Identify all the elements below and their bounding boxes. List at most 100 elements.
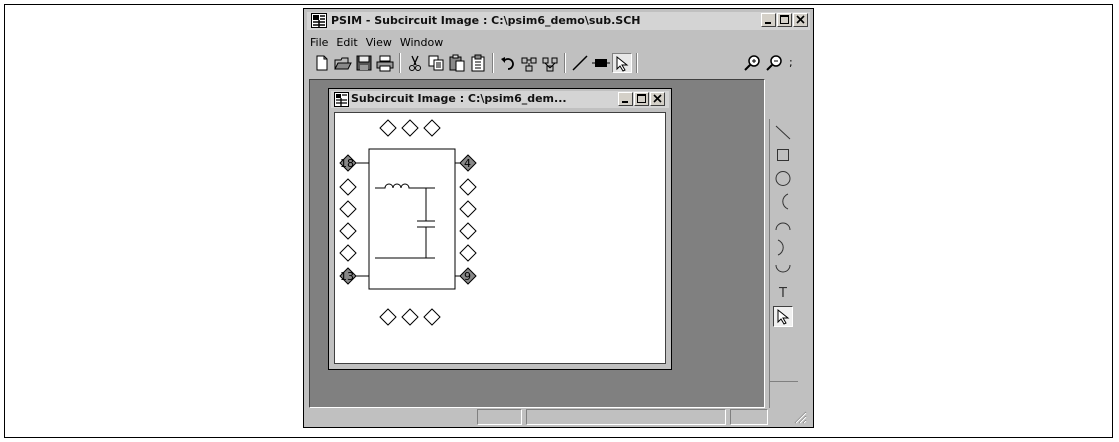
rectangle-tool[interactable] xyxy=(773,145,793,166)
menu-file[interactable]: File xyxy=(310,36,328,49)
element-icon xyxy=(592,59,610,67)
status-panel-2 xyxy=(526,409,726,425)
menu-edit[interactable]: Edit xyxy=(336,36,357,49)
open-button[interactable] xyxy=(333,53,353,73)
clipboard-icon xyxy=(471,54,485,72)
zoom-in-icon xyxy=(744,55,760,71)
toolbar-separator xyxy=(564,53,566,73)
minimize-icon xyxy=(622,101,628,103)
drawing-palette: T xyxy=(769,119,798,408)
child-window-controls xyxy=(617,92,665,108)
arc-bottom-icon xyxy=(775,264,791,273)
rectangle-icon xyxy=(777,149,789,161)
resize-grip-icon[interactable] xyxy=(793,410,807,424)
toolbar-separator xyxy=(492,53,494,73)
undo-button[interactable] xyxy=(498,53,518,73)
status-bar xyxy=(307,407,810,425)
bottom-pin-diamonds xyxy=(379,308,441,326)
text-tool[interactable]: T xyxy=(773,283,793,304)
new-button[interactable] xyxy=(312,53,332,73)
pin-label-4: 4 xyxy=(464,157,471,170)
right-pin-diamonds xyxy=(459,178,477,262)
line-tool-button[interactable] xyxy=(570,53,590,73)
arrow-pointer-icon xyxy=(777,308,790,325)
subcircuit-icon xyxy=(334,92,349,107)
cut-icon xyxy=(409,55,421,71)
escape-button[interactable] xyxy=(519,53,539,73)
escape-icon xyxy=(521,57,537,72)
subcircuit-image-window: Subcircuit Image : C:\psim6_dem... 18 4 … xyxy=(328,88,672,370)
new-icon xyxy=(316,55,328,71)
arc-right-icon xyxy=(777,239,784,256)
select-tool[interactable] xyxy=(773,306,793,327)
child-close-button[interactable] xyxy=(650,92,665,106)
line-tool[interactable] xyxy=(773,122,793,143)
undo-icon xyxy=(501,57,514,70)
arc-right-tool[interactable] xyxy=(773,237,793,258)
rotate-button[interactable] xyxy=(540,53,560,73)
child-maximize-button[interactable] xyxy=(634,92,649,106)
save-icon xyxy=(356,55,372,71)
cut-button[interactable] xyxy=(405,53,425,73)
maximize-button[interactable] xyxy=(777,13,792,27)
paste-icon xyxy=(449,54,465,72)
arc-top-icon xyxy=(775,222,791,231)
copy-button[interactable] xyxy=(426,53,446,73)
subcircuit-canvas[interactable]: 18 4 13 9 xyxy=(334,112,666,364)
pin-label-18: 18 xyxy=(340,157,354,170)
psim-main-window: PSIM - Subcircuit Image : C:\psim6_demo\… xyxy=(303,8,814,428)
zoom-in-button[interactable] xyxy=(743,53,763,73)
circle-tool[interactable] xyxy=(773,168,793,189)
menu-view[interactable]: View xyxy=(366,36,392,49)
diagonal-line-icon xyxy=(775,125,791,140)
pin-label-9: 9 xyxy=(464,270,471,283)
close-icon xyxy=(796,15,805,24)
zoom-out-icon xyxy=(766,55,782,71)
maximize-icon xyxy=(637,94,646,103)
close-icon xyxy=(653,94,662,103)
clipboard-button[interactable] xyxy=(468,53,488,73)
toolbar-overflow: ; xyxy=(789,56,793,69)
copy-icon xyxy=(428,55,444,71)
minimize-button[interactable] xyxy=(761,13,776,27)
minimize-icon xyxy=(765,22,771,24)
pin-label-13: 13 xyxy=(340,270,354,283)
toolbar-separator xyxy=(399,53,401,73)
print-button[interactable] xyxy=(375,53,395,73)
status-panel-1 xyxy=(477,409,522,425)
arc-top-tool[interactable] xyxy=(773,214,793,235)
menu-window[interactable]: Window xyxy=(400,36,443,49)
zoom-out-button[interactable] xyxy=(765,53,785,73)
rotate-icon xyxy=(542,57,558,72)
arc-left-icon xyxy=(782,193,789,210)
window-controls xyxy=(760,13,808,29)
status-panel-3 xyxy=(730,409,768,425)
left-pin-diamonds xyxy=(339,178,357,262)
child-window-title: Subcircuit Image : C:\psim6_dem... xyxy=(351,92,567,105)
print-icon xyxy=(376,55,394,72)
toolbar: ; xyxy=(307,50,810,76)
menu-bar: File Edit View Window xyxy=(307,31,448,49)
line-icon xyxy=(572,55,588,71)
paste-button[interactable] xyxy=(447,53,467,73)
top-pin-diamonds xyxy=(379,119,441,137)
close-button[interactable] xyxy=(793,13,808,27)
arc-left-tool[interactable] xyxy=(773,191,793,212)
circle-icon xyxy=(775,171,791,186)
palette-divider xyxy=(770,381,798,382)
schematic-drawing: 18 4 13 9 xyxy=(339,119,477,326)
element-button[interactable] xyxy=(591,53,611,73)
select-button[interactable] xyxy=(612,53,632,73)
maximize-icon xyxy=(780,15,789,24)
title-bar[interactable]: PSIM - Subcircuit Image : C:\psim6_demo\… xyxy=(307,12,810,30)
subcircuit-body xyxy=(368,148,456,290)
child-minimize-button[interactable] xyxy=(618,92,633,106)
mdi-workspace: Subcircuit Image : C:\psim6_dem... 18 4 … xyxy=(309,79,765,408)
save-button[interactable] xyxy=(354,53,374,73)
child-title-bar[interactable]: Subcircuit Image : C:\psim6_dem... xyxy=(331,91,669,108)
app-icon xyxy=(311,13,327,28)
arc-bottom-tool[interactable] xyxy=(773,260,793,281)
open-icon xyxy=(334,57,352,70)
select-icon xyxy=(616,55,629,72)
window-title: PSIM - Subcircuit Image : C:\psim6_demo\… xyxy=(331,14,641,27)
